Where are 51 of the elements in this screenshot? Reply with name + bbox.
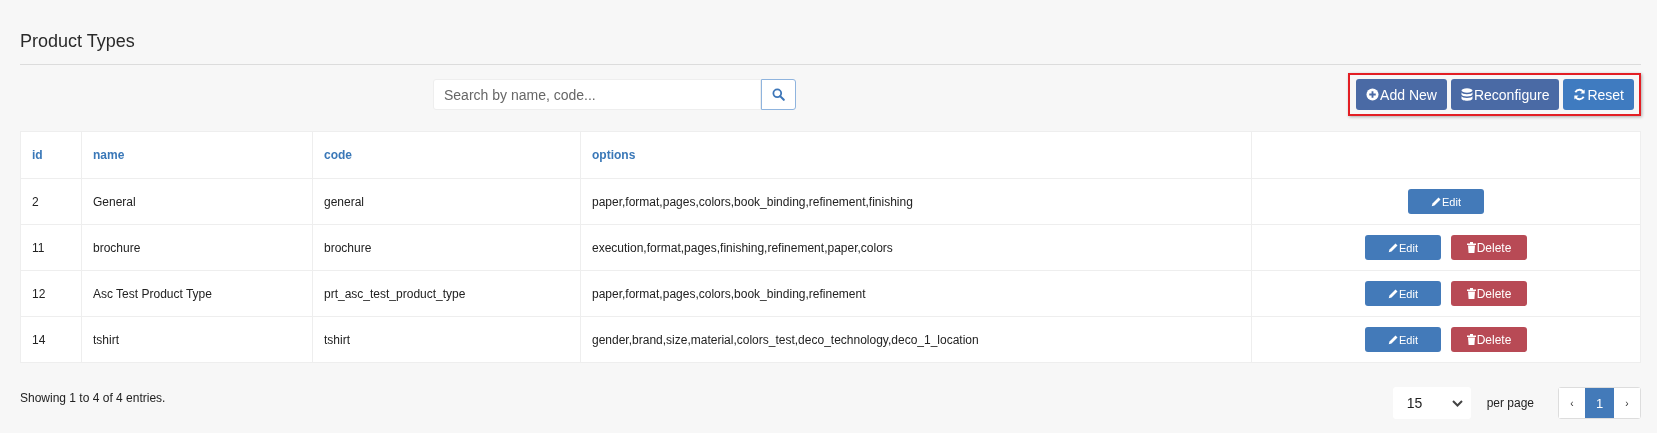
per-page-label: per page — [1486, 396, 1534, 410]
table-cell: execution,format,pages,finishing,refinement,paper,colors — [580, 224, 1252, 271]
table-cell: General — [81, 178, 313, 225]
database-button[interactable]: Reconfigure — [1450, 79, 1560, 110]
pagination-button[interactable]: 1 — [1585, 388, 1614, 418]
table-cell: general — [312, 178, 581, 225]
table-cell: prt_asc_test_product_type — [312, 270, 581, 317]
trash-icon — [1466, 334, 1476, 345]
table-cell: tshirt — [312, 316, 581, 363]
page-title: Product Types — [20, 30, 136, 53]
trash-icon — [1466, 242, 1476, 253]
pencil-icon — [1388, 334, 1398, 345]
chevron-down-icon — [1451, 399, 1463, 407]
column-header[interactable]: options — [580, 131, 1252, 179]
pencil-icon — [1388, 242, 1398, 253]
refresh-icon — [1573, 88, 1587, 101]
table-cell: tshirt — [81, 316, 313, 363]
table-cell: 12 — [20, 270, 82, 317]
search-field[interactable]: Search by name, code... — [433, 79, 761, 110]
reset-button[interactable]: Reset — [1563, 79, 1634, 110]
per-page-select[interactable]: 15 — [1392, 387, 1471, 419]
trash-icon — [1466, 288, 1476, 299]
plus-circle-icon — [1366, 88, 1380, 101]
delete-button[interactable]: Delete — [1451, 281, 1527, 306]
table-cell: Asc Test Product Type — [81, 270, 313, 317]
pagination-button[interactable]: › — [1614, 388, 1640, 418]
table-cell: paper,format,pages,colors,book_binding,refinement — [580, 270, 1252, 317]
database-icon — [1460, 87, 1473, 102]
table-cell: paper,format,pages,colors,book_binding,refinement,finishing — [580, 178, 1252, 225]
table-cell: 11 — [20, 224, 82, 271]
table-cell: 2 — [20, 178, 82, 225]
edit-button[interactable]: Edit — [1408, 189, 1484, 214]
edit-button[interactable]: Edit — [1365, 327, 1441, 352]
delete-button[interactable]: Delete — [1451, 327, 1527, 352]
pencil-icon — [1388, 288, 1398, 299]
table-cell: 14 — [20, 316, 82, 363]
column-header[interactable]: code — [312, 131, 581, 179]
column-header[interactable]: name — [81, 131, 313, 179]
table-cell: brochure — [81, 224, 313, 271]
add-button[interactable]: Add New — [1356, 79, 1447, 110]
entries-summary: Showing 1 to 4 of 4 entries. — [20, 391, 166, 405]
search-icon — [772, 88, 785, 101]
edit-button[interactable]: Edit — [1365, 235, 1441, 260]
pencil-icon — [1431, 196, 1441, 207]
pagination-button[interactable]: ‹ — [1559, 388, 1585, 418]
column-header[interactable]: id — [20, 131, 82, 179]
delete-button[interactable]: Delete — [1451, 235, 1527, 260]
edit-button[interactable]: Edit — [1365, 281, 1441, 306]
search-button[interactable] — [761, 79, 796, 110]
table-cell: gender,brand,size,material,colors_test,deco_technology,deco_1_location — [580, 316, 1252, 363]
table-cell: brochure — [312, 224, 581, 271]
